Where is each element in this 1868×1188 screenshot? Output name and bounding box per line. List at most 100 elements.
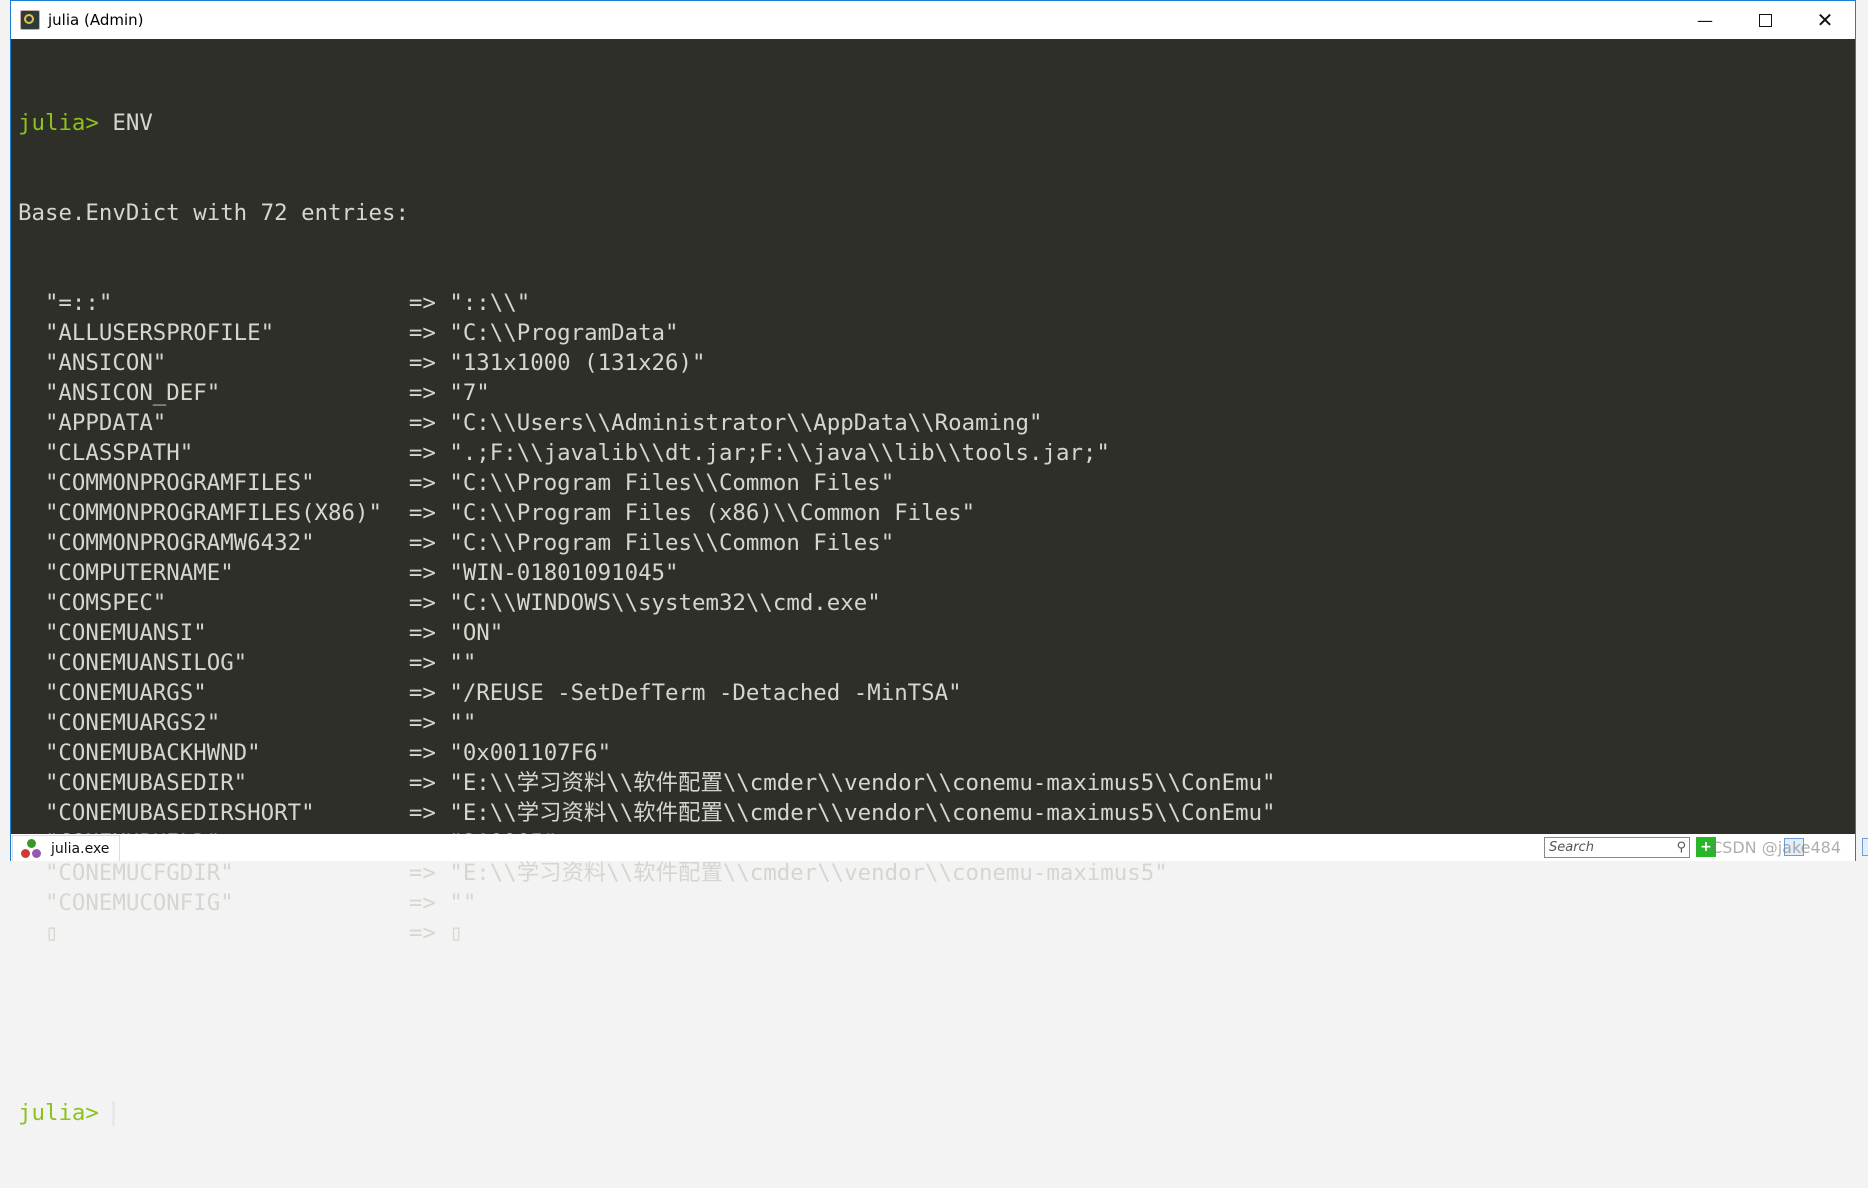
maximize-button[interactable]	[1735, 1, 1795, 39]
env-entry: "ALLUSERSPROFILE" => "C:\\ProgramData"	[18, 318, 1855, 348]
env-value: ""	[449, 890, 477, 916]
env-entry: "ANSICON_DEF" => "7"	[18, 378, 1855, 408]
search-input[interactable]: Search ⚲	[1544, 837, 1690, 858]
env-entry: "COMMONPROGRAMW6432" => "C:\\Program Files…	[18, 528, 1855, 558]
env-key: "CLASSPATH"	[44, 440, 194, 466]
julia-terminal-window: julia (Admin) — ✕ julia> ENV Base.EnvDic…	[10, 0, 1868, 1126]
text-cursor	[112, 1101, 116, 1126]
env-key: "=::"	[44, 290, 113, 316]
close-icon: ✕	[1816, 8, 1834, 32]
env-key: "COMMONPROGRAMFILES(X86)"	[44, 500, 382, 526]
env-entry: "CLASSPATH" => ".;F:\\javalib\\dt.jar;F:\\…	[18, 438, 1855, 468]
tab-julia-exe[interactable]: julia.exe	[12, 835, 120, 861]
env-arrow: =>	[408, 620, 436, 646]
env-entry: "COMPUTERNAME" => "WIN-01801091045"	[18, 558, 1855, 588]
env-value: "C:\\Program Files\\Common Files"	[449, 530, 895, 556]
env-entry: "COMMONPROGRAMFILES" => "C:\\Program Files…	[18, 468, 1855, 498]
env-value: "C:\\Users\\Administrator\\AppData\\Roam…	[449, 410, 1043, 436]
env-arrow: =>	[408, 680, 436, 706]
env-arrow: =>	[408, 800, 436, 826]
env-entry: "APPDATA" => "C:\\Users\\Administrator\\Ap…	[18, 408, 1855, 438]
env-key: "CONEMUARGS2"	[44, 710, 221, 736]
repl-prompt: julia>	[18, 110, 99, 136]
env-entry: "COMSPEC" => "C:\\WINDOWS\\system32\\cmd.e…	[18, 588, 1855, 618]
env-entry: "CONEMUANSILOG" => ""	[18, 648, 1855, 678]
env-value: ""	[449, 650, 477, 676]
env-value: "E:\\学习资料\\软件配置\\cmder\\vendor\\conemu-m…	[449, 770, 1276, 796]
env-key: "APPDATA"	[44, 410, 167, 436]
env-value: "7"	[449, 380, 490, 406]
window-title: julia (Admin)	[48, 11, 144, 29]
env-value: "C:\\WINDOWS\\system32\\cmd.exe"	[449, 590, 881, 616]
env-key: "CONEMUCFGDIR"	[44, 860, 234, 886]
tab-label: julia.exe	[51, 840, 110, 857]
env-arrow: =>	[408, 350, 436, 376]
env-entry: "CONEMUBASEDIR" => "E:\\学习资料\\软件配置\\cmder\…	[18, 768, 1855, 798]
env-key: "ANSICON"	[44, 350, 167, 376]
env-key: "ALLUSERSPROFILE"	[44, 320, 275, 346]
env-entry: "CONEMUARGS2" => ""	[18, 708, 1855, 738]
env-value: "0x001107F6"	[449, 740, 612, 766]
env-value: "WIN-01801091045"	[449, 560, 679, 586]
env-value: ▯	[449, 920, 463, 946]
env-value: "ON"	[449, 620, 504, 646]
command-line: julia> ENV	[18, 108, 1855, 138]
env-key: "CONEMUBASEDIR"	[44, 770, 248, 796]
search-icon: ⚲	[1676, 840, 1686, 855]
env-arrow: =>	[408, 470, 436, 496]
minimize-button[interactable]: —	[1675, 1, 1735, 39]
env-key: "CONEMUANSI"	[44, 620, 207, 646]
env-key: "CONEMUBASEDIRSHORT"	[44, 800, 315, 826]
title-bar[interactable]: julia (Admin) — ✕	[11, 1, 1855, 39]
env-key: "CONEMUCONFIG"	[44, 890, 234, 916]
env-key: "COMPUTERNAME"	[44, 560, 234, 586]
env-key: "COMMONPROGRAMW6432"	[44, 530, 315, 556]
watermark: CSDN @jake484	[1711, 838, 1842, 857]
env-entry: "CONEMUANSI" => "ON"	[18, 618, 1855, 648]
env-key: "COMSPEC"	[44, 590, 167, 616]
layout-icon[interactable]	[1862, 838, 1868, 856]
env-value: ".;F:\\javalib\\dt.jar;F:\\java\\lib\\to…	[449, 440, 1110, 466]
env-entry: "CONEMUBACKHWND" => "0x001107F6"	[18, 738, 1855, 768]
env-key: "CONEMUBACKHWND"	[44, 740, 261, 766]
env-value: "/REUSE -SetDefTerm -Detached -MinTSA"	[449, 680, 962, 706]
env-key: "CONEMUARGS"	[44, 680, 207, 706]
env-value: "C:\\Program Files (x86)\\Common Files"	[449, 500, 976, 526]
env-arrow: =>	[408, 440, 436, 466]
env-value: "131x1000 (131x26)"	[449, 350, 706, 376]
env-entry: "ANSICON" => "131x1000 (131x26)"	[18, 348, 1855, 378]
input-line[interactable]: julia>	[18, 1098, 1855, 1128]
env-arrow: =>	[408, 650, 436, 676]
env-value: ""	[449, 710, 477, 736]
env-key: ▯	[44, 920, 59, 946]
close-button[interactable]: ✕	[1795, 1, 1855, 39]
env-arrow: =>	[408, 560, 436, 586]
env-entry: "CONEMUBASEDIRSHORT" => "E:\\学习资料\\软件配置\\c…	[18, 798, 1855, 828]
env-entry: "CONEMUARGS" => "/REUSE -SetDefTerm -Detac…	[18, 678, 1855, 708]
env-arrow: =>	[408, 770, 436, 796]
env-arrow: =>	[408, 320, 436, 346]
env-value: "C:\\Program Files\\Common Files"	[449, 470, 895, 496]
env-arrow: =>	[408, 860, 436, 886]
env-arrow: =>	[408, 890, 436, 916]
conemu-app-icon	[20, 10, 40, 30]
env-arrow: =>	[408, 920, 436, 946]
env-value: "E:\\学习资料\\软件配置\\cmder\\vendor\\conemu-m…	[449, 800, 1276, 826]
env-arrow: =>	[408, 380, 436, 406]
env-value: "::\\"	[449, 290, 531, 316]
env-entry: "COMMONPROGRAMFILES(X86)" => "C:\\Program …	[18, 498, 1855, 528]
env-arrow: =>	[408, 710, 436, 736]
env-entry: "CONEMUCONFIG" => ""	[18, 888, 1855, 918]
terminal-output[interactable]: julia> ENV Base.EnvDict with 72 entries:…	[11, 39, 1855, 1126]
env-entry: ▯ => ▯	[18, 918, 1855, 948]
env-key: "ANSICON_DEF"	[44, 380, 221, 406]
julia-logo-icon	[21, 838, 43, 859]
env-arrow: =>	[408, 530, 436, 556]
env-key: "COMMONPROGRAMFILES"	[44, 470, 315, 496]
env-entry: "=::" => "::\\"	[18, 288, 1855, 318]
env-value: "E:\\学习资料\\软件配置\\cmder\\vendor\\conemu-m…	[449, 860, 1168, 886]
minimize-icon: —	[1697, 10, 1713, 30]
output-header: Base.EnvDict with 72 entries:	[18, 200, 409, 226]
env-entry: "CONEMUCFGDIR" => "E:\\学习资料\\软件配置\\cmder\\…	[18, 858, 1855, 888]
env-arrow: =>	[408, 740, 436, 766]
